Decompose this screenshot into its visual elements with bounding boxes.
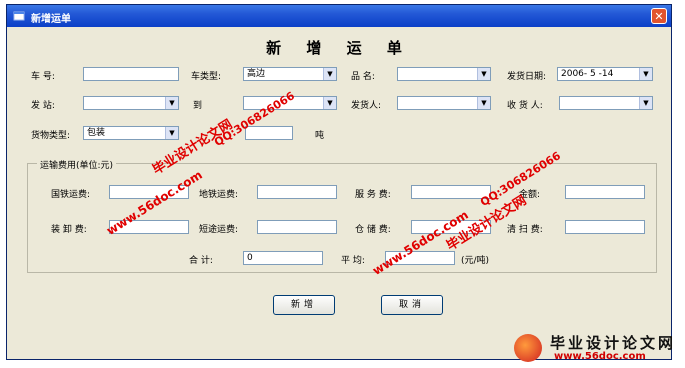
- storage-fee-label: 仓 储 费:: [355, 225, 391, 235]
- short-haul-fee-label: 短途运费:: [199, 225, 239, 235]
- logo-globe-icon: [514, 334, 542, 362]
- cancel-button[interactable]: 取消: [381, 295, 443, 315]
- window-title: 新增运单: [31, 14, 71, 25]
- ship-date-picker[interactable]: 2006- 5 -14 ▼: [557, 67, 653, 81]
- logo-url: www.56doc.com: [554, 351, 646, 362]
- ship-date-value: 2006- 5 -14: [561, 69, 614, 79]
- national-rail-fee-label: 国铁运费:: [51, 190, 91, 200]
- logo-title: 毕业设计论文网: [550, 334, 677, 352]
- chevron-down-icon[interactable]: ▼: [165, 127, 178, 139]
- total-input[interactable]: 0: [243, 251, 323, 265]
- chevron-down-icon[interactable]: ▼: [477, 97, 490, 109]
- car-type-value: 高边: [247, 69, 266, 79]
- local-rail-fee-input[interactable]: [257, 185, 337, 199]
- chevron-down-icon[interactable]: ▼: [323, 68, 336, 80]
- weight-unit: 吨: [315, 131, 325, 141]
- chevron-down-icon[interactable]: ▼: [639, 97, 652, 109]
- sender-select[interactable]: ▼: [397, 96, 491, 110]
- cleaning-fee-input[interactable]: [565, 220, 645, 234]
- cargo-type-value: 包装: [87, 128, 106, 138]
- site-logo: 毕业设计论文网 www.56doc.com: [514, 330, 680, 366]
- cleaning-fee-label: 清 扫 费:: [507, 225, 543, 235]
- service-fee-label: 服 务 费:: [355, 190, 391, 200]
- local-rail-fee-label: 地铁运费:: [199, 190, 239, 200]
- from-station-select[interactable]: ▼: [83, 96, 179, 110]
- ship-date-label: 发货日期:: [507, 72, 547, 82]
- chevron-down-icon[interactable]: ▼: [165, 97, 178, 109]
- average-unit: (元/吨): [461, 256, 490, 266]
- from-station-label: 发 站:: [31, 101, 55, 111]
- amount-input[interactable]: [565, 185, 645, 199]
- window-icon: [13, 11, 25, 21]
- cargo-type-label: 货物类型:: [31, 131, 71, 141]
- fees-group-title: 运输费用(单位:元): [37, 158, 117, 171]
- product-name-select[interactable]: ▼: [397, 67, 491, 81]
- receiver-select[interactable]: ▼: [559, 96, 653, 110]
- new-waybill-window: 新增运单 ✕ 新 增 运 单 车 号: 车类型: 高边 ▼ 品 名: ▼ 发货日…: [6, 4, 672, 360]
- sender-label: 发货人:: [351, 101, 382, 111]
- close-icon: ✕: [654, 10, 664, 23]
- chevron-down-icon[interactable]: ▼: [477, 68, 490, 80]
- chevron-down-icon[interactable]: ▼: [323, 97, 336, 109]
- short-haul-fee-input[interactable]: [257, 220, 337, 234]
- add-button[interactable]: 新增: [273, 295, 335, 315]
- title-bar[interactable]: 新增运单 ✕: [7, 5, 671, 27]
- car-type-label: 车类型:: [191, 72, 222, 82]
- average-label: 平 均:: [341, 256, 365, 266]
- receiver-label: 收 货 人:: [507, 101, 543, 111]
- chevron-down-icon[interactable]: ▼: [639, 68, 652, 80]
- loading-fee-label: 装 卸 费:: [51, 225, 87, 235]
- product-name-label: 品 名:: [351, 72, 375, 82]
- close-button[interactable]: ✕: [651, 8, 667, 24]
- car-type-select[interactable]: 高边 ▼: [243, 67, 337, 81]
- car-number-input[interactable]: [83, 67, 179, 81]
- cargo-type-select[interactable]: 包装 ▼: [83, 126, 179, 140]
- form-heading: 新 增 运 单: [266, 39, 412, 57]
- car-number-label: 车 号:: [31, 72, 55, 82]
- to-station-label: 到: [193, 101, 203, 111]
- total-label: 合 计:: [189, 256, 213, 266]
